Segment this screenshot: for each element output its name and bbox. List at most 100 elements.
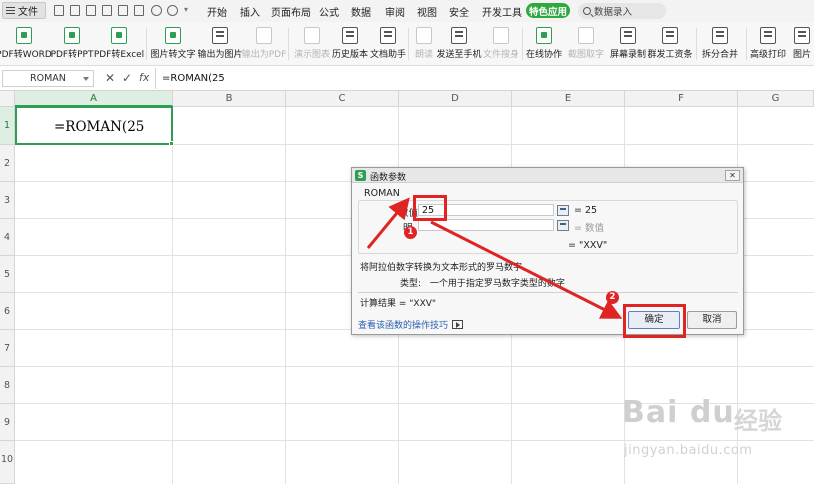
tab-formulas[interactable]: 公式 [319, 4, 339, 19]
tab-data[interactable]: 数据 [351, 4, 371, 19]
column-header-e[interactable]: E [512, 91, 625, 107]
new-file-icon[interactable] [54, 5, 64, 16]
step-badge-2: 2 [606, 291, 619, 304]
row-header-9[interactable]: 9 [0, 404, 15, 441]
menu-bar: 文件 ▾ 开始 插入 页面布局 公式 数据 审阅 视图 安全 开发工具 特色应用… [0, 0, 814, 22]
save-icon[interactable] [86, 5, 96, 16]
export-image-label: 输出为图片 [197, 50, 243, 60]
insert-function-icon[interactable]: fx [139, 71, 149, 84]
calculation-result: 计算结果 = "XXV" [360, 299, 437, 309]
tab-review[interactable]: 审阅 [385, 4, 405, 19]
doc-assistant-button[interactable]: 文档助手 [370, 24, 406, 64]
export-pdf-button: 输出为PDF [242, 24, 286, 64]
redo-icon[interactable] [167, 5, 178, 16]
history-version-icon [342, 27, 358, 44]
print-preview-icon[interactable] [118, 5, 128, 16]
tab-view[interactable]: 视图 [417, 4, 437, 19]
row-header-10[interactable]: 10 [0, 441, 15, 484]
doc-assistant-label: 文档助手 [370, 50, 407, 60]
row-header-5[interactable]: 5 [0, 256, 15, 293]
tab-home[interactable]: 开始 [207, 4, 227, 19]
tab-security[interactable]: 安全 [449, 4, 469, 19]
image-label: 图片 [792, 50, 811, 60]
confirm-icon[interactable]: ✓ [122, 71, 132, 85]
screen-record-label: 屏幕录制 [610, 50, 647, 60]
column-header-b[interactable]: B [173, 91, 286, 107]
collapse-reference-icon[interactable] [557, 205, 569, 216]
formula-result: = "XXV" [568, 240, 608, 251]
search-placeholder: 数据录入 [594, 7, 633, 18]
send-to-phone-button[interactable]: 发送至手机 [437, 24, 482, 64]
advanced-print-label: 高级打印 [750, 50, 787, 60]
file-menu-label: 文件 [18, 7, 38, 18]
print-icon[interactable] [102, 5, 112, 16]
pdf-to-excel-icon [111, 27, 127, 44]
screen-record-button[interactable]: 屏幕录制 [610, 24, 646, 64]
dialog-title-bar[interactable]: S 函数参数 ✕ [352, 168, 743, 183]
tab-page-layout[interactable]: 页面布局 [271, 4, 311, 19]
baidu-logo: Bai du [622, 395, 735, 430]
pdf-to-ppt-icon [64, 27, 80, 44]
column-header-f[interactable]: F [625, 91, 738, 107]
advanced-print-button[interactable]: 高级打印 [750, 24, 786, 64]
format-painter-icon[interactable] [134, 5, 144, 16]
row-header-6[interactable]: 6 [0, 293, 15, 330]
function-description: 将阿拉伯数字转换为文本形式的罗马数字。 [360, 263, 532, 273]
column-header-d[interactable]: D [399, 91, 512, 107]
image-to-text-button[interactable]: 图片转文字 [151, 24, 196, 64]
row-header-7[interactable]: 7 [0, 330, 15, 367]
file-search-label: 文件搜身 [482, 50, 519, 60]
formula-input[interactable]: =ROMAN(25 [155, 68, 814, 89]
split-merge-button[interactable]: 拆分合并 [700, 24, 740, 64]
open-folder-icon[interactable] [70, 5, 80, 16]
watermark-jingyan: 经验 [734, 407, 782, 435]
image-button[interactable]: 图片 [790, 24, 814, 64]
row-header-3[interactable]: 3 [0, 182, 15, 219]
search-box[interactable]: 数据录入 [578, 3, 666, 19]
tab-developer[interactable]: 开发工具 [482, 4, 522, 19]
export-image-button[interactable]: 输出为图片 [197, 24, 243, 64]
file-search-icon [493, 27, 509, 44]
tab-insert[interactable]: 插入 [240, 4, 260, 19]
fill-handle[interactable] [169, 141, 174, 146]
cancel-icon[interactable]: ✕ [105, 71, 115, 85]
collapse-reference-icon[interactable] [557, 220, 569, 231]
arg-result-form: = 数值 [574, 223, 604, 234]
column-header-a[interactable]: A [15, 91, 173, 107]
quick-access-more-icon[interactable]: ▾ [184, 5, 188, 14]
pdf-to-ppt-button[interactable]: PDF转PPT [51, 24, 93, 64]
undo-icon[interactable] [151, 5, 162, 16]
cancel-button[interactable]: 取消 [687, 311, 737, 329]
column-header-c[interactable]: C [286, 91, 399, 107]
argument-type-desc: 一个用于指定罗马数字类型的数字 [429, 279, 565, 289]
function-name: ROMAN [364, 188, 400, 199]
pdf-to-word-label: PDF转WORD [0, 50, 52, 60]
formula-bar: ROMAN ✕ ✓ fx =ROMAN(25 [0, 66, 814, 91]
toolbar-separator [288, 28, 289, 60]
pdf-to-excel-label: PDF转Excel [93, 50, 145, 60]
history-version-button[interactable]: 历史版本 [332, 24, 368, 64]
row-header-4[interactable]: 4 [0, 219, 15, 256]
row-header-2[interactable]: 2 [0, 145, 15, 182]
column-header-g[interactable]: G [738, 91, 814, 107]
row-header-8[interactable]: 8 [0, 367, 15, 404]
pdf-to-word-button[interactable]: PDF转WORD [0, 24, 52, 64]
arg-result-number: = 25 [574, 205, 598, 216]
file-menu-button[interactable]: 文件 [2, 2, 46, 19]
file-search-button: 文件搜身 [482, 24, 520, 64]
pdf-to-excel-button[interactable]: PDF转Excel [93, 24, 145, 64]
function-tips-link[interactable]: 查看该函数的操作技巧 [358, 318, 464, 331]
close-icon[interactable]: ✕ [725, 170, 740, 181]
function-tips-label: 查看该函数的操作技巧 [358, 321, 449, 331]
online-collab-button[interactable]: 在线协作 [526, 24, 562, 64]
toolbar-separator [696, 28, 697, 60]
microphone-icon [416, 27, 432, 44]
select-all-corner[interactable] [0, 91, 15, 107]
tab-special-apps[interactable]: 特色应用 [526, 3, 570, 18]
row-header-1[interactable]: 1 [0, 107, 15, 145]
highlight-box-ok-button [623, 304, 686, 338]
online-collab-icon [536, 27, 552, 44]
chevron-down-icon[interactable] [83, 77, 89, 81]
name-box[interactable]: ROMAN [2, 70, 94, 87]
mass-payslip-button[interactable]: 群发工资条 [648, 24, 693, 64]
